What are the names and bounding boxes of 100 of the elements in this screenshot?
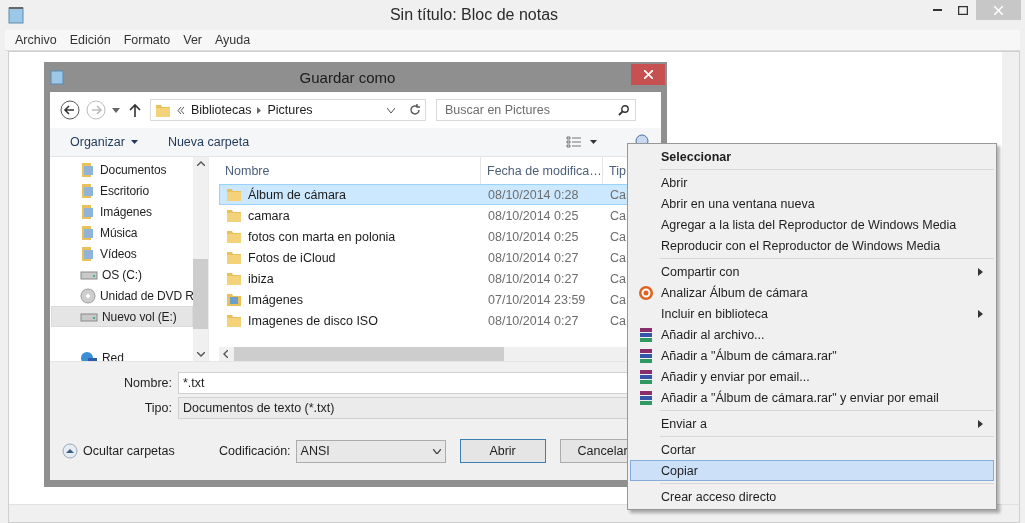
file-name: fotos con marta en polonia xyxy=(248,229,396,244)
scrollbar[interactable] xyxy=(193,157,208,361)
file-date: 08/10/2014 0:25 xyxy=(488,229,579,244)
menu-item[interactable]: Ayuda xyxy=(215,33,251,47)
menu-item[interactable]: Copiar xyxy=(630,460,994,481)
view-icon[interactable] xyxy=(566,136,582,148)
archive-books-icon xyxy=(638,347,654,364)
scroll-up-icon[interactable] xyxy=(196,161,205,166)
archive-books-icon xyxy=(638,368,654,385)
library-icon xyxy=(80,245,96,262)
file-date: 08/10/2014 0:27 xyxy=(488,271,579,286)
file-type: Ca xyxy=(610,271,626,286)
menu-item[interactable]: Crear acceso directo xyxy=(630,486,994,507)
library-icon xyxy=(80,182,96,199)
file-name: camara xyxy=(248,208,290,223)
encoding-dropdown[interactable]: ANSI xyxy=(295,439,446,463)
file-date: 08/10/2014 0:27 xyxy=(488,250,579,265)
folder-icon xyxy=(226,250,242,265)
caret-icon xyxy=(432,448,441,454)
file-type: Ca xyxy=(610,250,626,265)
scroll-down-icon[interactable] xyxy=(196,352,205,357)
dialog-title: Guardar como xyxy=(298,68,397,86)
file-name: Imagenes de disco ISO xyxy=(248,313,378,328)
toolbar-button[interactable]: Nueva carpeta xyxy=(167,135,250,149)
library-icon xyxy=(80,203,96,220)
scan-icon xyxy=(638,284,654,301)
file-type: Ca xyxy=(610,229,626,244)
nav-item[interactable]: Vídeos xyxy=(51,243,193,264)
disc-icon xyxy=(80,287,96,304)
notepad-icon xyxy=(50,69,64,85)
folder-icon xyxy=(226,187,242,202)
nav-item[interactable]: Documentos xyxy=(51,159,193,180)
breadcrumb-item[interactable]: Bibliotecas xyxy=(191,103,252,117)
file-type: Ca xyxy=(610,313,626,328)
menu-item[interactable]: Compartir con xyxy=(630,261,994,282)
menu-item[interactable]: Edición xyxy=(69,33,111,47)
file-name: Fotos de iCloud xyxy=(248,250,336,265)
dropdown-caret-icon[interactable] xyxy=(387,107,395,113)
back-icon[interactable] xyxy=(60,100,80,120)
folder-icon xyxy=(226,271,242,286)
folder-icon xyxy=(155,102,171,118)
drive-icon xyxy=(80,268,98,281)
menu-item[interactable]: Incluir en biblioteca xyxy=(630,303,994,324)
menu-item[interactable]: Ver xyxy=(183,33,202,47)
field-label: Tipo: xyxy=(143,400,173,415)
field-label: Nombre: xyxy=(123,375,173,390)
archive-books-icon xyxy=(638,326,654,343)
overflow-chevron-icon xyxy=(177,106,185,114)
menu-item[interactable]: Seleccionar xyxy=(630,146,994,167)
file-type: Ca xyxy=(610,187,626,202)
folder-icon xyxy=(226,208,242,223)
menu-item[interactable]: Analizar Álbum de cámara xyxy=(630,282,994,303)
address-bar[interactable]: Bibliotecas Pictures xyxy=(150,99,426,121)
library-folder-icon xyxy=(226,292,242,307)
dialog-button[interactable]: Abrir xyxy=(459,439,546,463)
caret-icon[interactable] xyxy=(112,107,120,113)
close-button[interactable] xyxy=(631,64,665,85)
refresh-icon[interactable] xyxy=(409,103,421,117)
file-date: 08/10/2014 0:27 xyxy=(488,313,579,328)
caret-icon[interactable] xyxy=(590,140,597,144)
nav-item[interactable]: Nuevo vol (E:) xyxy=(51,306,193,327)
menu-item[interactable]: Reproducir con el Reproductor de Windows Media xyxy=(630,235,994,256)
menu-item[interactable]: Formato xyxy=(123,33,171,47)
scroll-left-icon[interactable] xyxy=(223,350,228,358)
up-arrow-icon[interactable] xyxy=(129,103,141,117)
file-name: Álbum de cámara xyxy=(248,187,346,202)
caret-icon xyxy=(130,140,138,144)
archive-books-icon xyxy=(638,389,654,406)
maximize-icon xyxy=(958,5,968,15)
close-icon xyxy=(643,70,653,79)
menu-item[interactable]: Agregar a la lista del Reproductor de Windows Media xyxy=(630,214,994,235)
menu-item[interactable]: Archivo xyxy=(15,33,57,47)
folder-icon xyxy=(226,229,242,244)
file-date: 08/10/2014 0:28 xyxy=(488,187,579,202)
toolbar-menu[interactable]: Organizar xyxy=(70,135,138,149)
drive-icon xyxy=(80,310,98,323)
hide-folders-toggle[interactable]: Ocultar carpetas xyxy=(62,443,219,459)
close-icon xyxy=(994,5,1003,15)
file-name: Imágenes xyxy=(248,292,303,307)
library-icon xyxy=(80,224,96,241)
search-field[interactable]: Buscar en Pictures xyxy=(436,99,636,121)
nav-item[interactable]: Unidad de DVD R xyxy=(51,285,193,306)
nav-item[interactable]: Imágenes xyxy=(51,201,193,222)
file-type: Ca xyxy=(610,208,626,223)
file-date: 07/10/2014 23:59 xyxy=(488,292,586,307)
nav-item[interactable]: OS (C:) xyxy=(51,264,193,285)
file-name: ibiza xyxy=(248,271,274,286)
nav-item[interactable]: Escritorio xyxy=(51,180,193,201)
file-date: 08/10/2014 0:25 xyxy=(488,208,579,223)
breadcrumb-item[interactable]: Pictures xyxy=(267,103,313,117)
nav-item[interactable]: Música xyxy=(51,222,193,243)
file-type: Ca xyxy=(610,292,626,307)
menu-item[interactable]: Añadir al archivo... xyxy=(630,324,994,345)
search-icon xyxy=(618,104,629,116)
scrollbar[interactable] xyxy=(1002,52,1019,504)
collapse-icon xyxy=(62,443,78,459)
field-label: Codificación: xyxy=(219,444,291,458)
menu-item[interactable]: Añadir a "Álbum de cámara.rar" xyxy=(630,345,994,366)
notepad-icon xyxy=(8,6,24,24)
breadcrumb-arrow-icon xyxy=(257,106,262,114)
